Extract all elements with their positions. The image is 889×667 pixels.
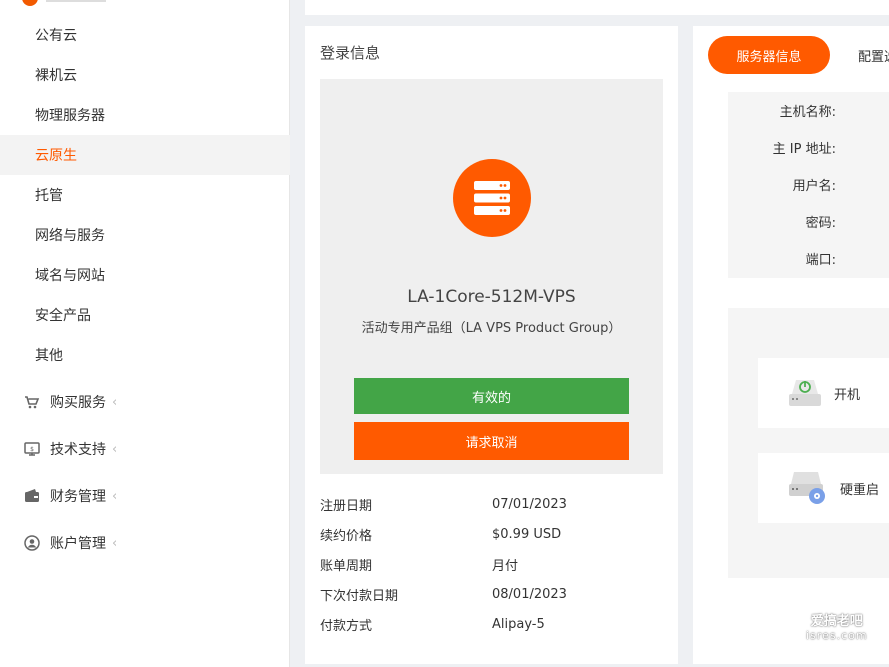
card-title: 登录信息 bbox=[320, 44, 381, 62]
detail-port-label: 端口: bbox=[805, 253, 836, 268]
menu-item-label: 账户管理 bbox=[50, 536, 106, 552]
sidebar-item-public-cloud[interactable]: 公有云 bbox=[0, 15, 290, 55]
sidebar-item-hosting[interactable]: 托管 bbox=[0, 175, 290, 215]
info-value: $0.99 USD bbox=[492, 526, 562, 542]
sidebar-item-security[interactable]: 安全产品 bbox=[0, 295, 290, 335]
sidebar-item-physical-server[interactable]: 物理服务器 bbox=[0, 95, 290, 135]
info-row-renewal-price: 续约价格 $0.99 USD bbox=[320, 519, 663, 549]
sidebar-item-bare-metal[interactable]: 裸机云 bbox=[0, 55, 290, 95]
chevron-left-icon: ‹ bbox=[112, 488, 118, 504]
top-panel bbox=[305, 0, 889, 15]
menu-item-label: 财务管理 bbox=[50, 489, 106, 505]
wallet-icon bbox=[24, 488, 40, 504]
menu-item-support[interactable]: $ 技术支持 ‹ bbox=[0, 429, 290, 469]
hard-reboot-icon bbox=[788, 470, 828, 506]
sidebar-item-label: 网络与服务 bbox=[35, 228, 105, 244]
detail-password-label: 密码: bbox=[805, 216, 836, 231]
login-info-card: 登录信息 LA-1Core-512M-VPS 活动专用产品组（LA VPS Pr… bbox=[305, 26, 678, 664]
server-details: 主机名称: 主 IP 地址: 用户名: 密码: 端口: bbox=[728, 92, 889, 278]
server-info-card: 服务器信息 配置选 主机名称: 主 IP 地址: 用户名: 密码: 端口: 开机 bbox=[693, 26, 889, 664]
info-label: 续约价格 bbox=[320, 528, 373, 544]
chevron-left-icon: ‹ bbox=[112, 441, 118, 457]
info-value: 月付 bbox=[492, 558, 519, 574]
status-active-button[interactable]: 有效的 bbox=[354, 378, 629, 414]
chevron-left-icon: ‹ bbox=[112, 394, 118, 410]
hard-reboot-label: 硬重启 bbox=[840, 482, 880, 498]
detail-hostname-label: 主机名称: bbox=[779, 105, 836, 120]
info-row-billing-cycle: 账单周期 月付 bbox=[320, 549, 663, 579]
watermark-line1: 爱搞老吧 bbox=[810, 614, 863, 629]
sidebar-item-label: 其他 bbox=[35, 348, 63, 364]
request-cancel-button[interactable]: 请求取消 bbox=[354, 422, 629, 460]
menu-item-purchase[interactable]: 购买服务 ‹ bbox=[0, 382, 290, 422]
sidebar-item-label: 域名与网站 bbox=[35, 268, 105, 284]
info-label: 账单周期 bbox=[320, 558, 373, 574]
watermark: 爱搞老吧 isres.com bbox=[806, 615, 868, 643]
sidebar-item-other[interactable]: 其他 bbox=[0, 335, 290, 375]
user-icon bbox=[24, 535, 40, 551]
product-summary: LA-1Core-512M-VPS 活动专用产品组（LA VPS Product… bbox=[320, 79, 663, 474]
product-group: 活动专用产品组（LA VPS Product Group） bbox=[361, 321, 622, 336]
info-value: Alipay-5 bbox=[492, 616, 545, 632]
product-name: LA-1Core-512M-VPS bbox=[407, 287, 576, 307]
menu-item-label: 购买服务 bbox=[50, 395, 106, 411]
monitor-icon: $ bbox=[24, 441, 40, 457]
info-row-payment-method: 付款方式 Alipay-5 bbox=[320, 609, 663, 639]
info-row-next-due-date: 下次付款日期 08/01/2023 bbox=[320, 579, 663, 609]
sidebar-item-label: 托管 bbox=[35, 188, 63, 204]
sidebar-item-label: 安全产品 bbox=[35, 308, 91, 324]
info-label: 下次付款日期 bbox=[320, 588, 399, 604]
sidebar-top-label bbox=[46, 0, 106, 2]
svg-text:$: $ bbox=[30, 446, 34, 453]
sidebar-item-label: 物理服务器 bbox=[35, 108, 105, 124]
power-on-label: 开机 bbox=[834, 387, 861, 403]
menu-item-finance[interactable]: 财务管理 ‹ bbox=[0, 476, 290, 516]
cart-icon bbox=[24, 394, 40, 410]
server-actions: 开机 硬重启 bbox=[728, 308, 889, 578]
info-value: 07/01/2023 bbox=[492, 496, 567, 512]
tab-config[interactable]: 配置选 bbox=[858, 36, 889, 74]
sidebar-item-label: 公有云 bbox=[35, 28, 77, 44]
sidebar-item-label: 裸机云 bbox=[35, 68, 77, 84]
hard-reboot-button[interactable]: 硬重启 bbox=[758, 453, 889, 523]
chevron-left-icon: ‹ bbox=[112, 535, 118, 551]
watermark-line2: isres.com bbox=[806, 629, 868, 642]
tab-server-info[interactable]: 服务器信息 bbox=[708, 36, 830, 74]
sidebar: 公有云 裸机云 物理服务器 云原生 托管 网络与服务 域名与网站 安全产品 其他… bbox=[0, 0, 290, 667]
sidebar-item-domain[interactable]: 域名与网站 bbox=[0, 255, 290, 295]
info-row-register-date: 注册日期 07/01/2023 bbox=[320, 489, 663, 519]
brand-icon bbox=[22, 0, 38, 6]
power-on-button[interactable]: 开机 bbox=[758, 358, 889, 428]
server-icon bbox=[453, 159, 531, 237]
menu-item-account[interactable]: 账户管理 ‹ bbox=[0, 523, 290, 563]
info-label: 付款方式 bbox=[320, 618, 373, 634]
detail-ip-label: 主 IP 地址: bbox=[772, 142, 836, 157]
menu-item-label: 技术支持 bbox=[50, 442, 106, 458]
sidebar-item-network[interactable]: 网络与服务 bbox=[0, 215, 290, 255]
info-value: 08/01/2023 bbox=[492, 586, 567, 602]
power-on-icon bbox=[788, 378, 822, 408]
info-label: 注册日期 bbox=[320, 498, 373, 514]
detail-username-label: 用户名: bbox=[792, 179, 836, 194]
sidebar-item-cloud-native[interactable]: 云原生 bbox=[0, 135, 290, 175]
sidebar-item-label: 云原生 bbox=[35, 148, 77, 164]
